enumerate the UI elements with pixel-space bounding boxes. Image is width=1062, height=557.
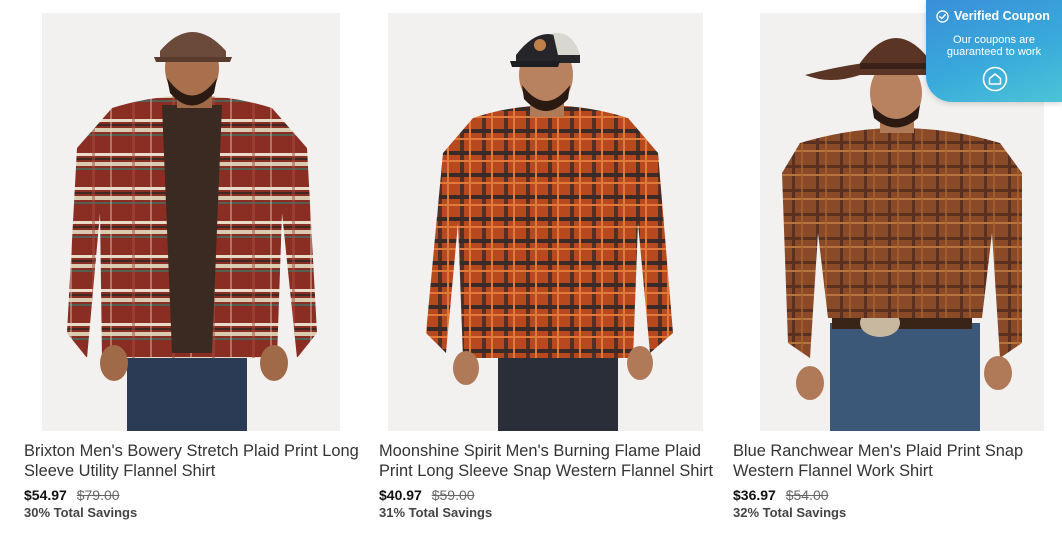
original-price: $59.00: [431, 487, 475, 503]
product-image[interactable]: [388, 13, 703, 431]
product-grid: Brixton Men's Bowery Stretch Plaid Print…: [0, 0, 1062, 557]
savings-label: 31% Total Savings: [379, 505, 493, 520]
check-circle-icon: [936, 9, 949, 23]
price-row: $40.97 $59.00: [379, 486, 719, 504]
coupon-subtitle-line: guaranteed to work: [946, 46, 1042, 58]
sale-price: $54.97: [24, 487, 67, 503]
product-title[interactable]: Blue Ranchwear Men's Plaid Print Snap We…: [733, 441, 1062, 481]
product-card[interactable]: Brixton Men's Bowery Stretch Plaid Print…: [24, 13, 364, 520]
sale-price: $40.97: [379, 487, 422, 503]
house-logo-icon: [982, 66, 1008, 92]
coupon-subtitle: Our coupons are guaranteed to work: [926, 34, 1062, 58]
product-title[interactable]: Brixton Men's Bowery Stretch Plaid Print…: [24, 441, 364, 481]
price-row: $36.97 $54.00: [733, 486, 1062, 504]
savings-label: 32% Total Savings: [733, 505, 847, 520]
product-card[interactable]: Moonshine Spirit Men's Burning Flame Pla…: [379, 13, 719, 520]
coupon-subtitle-line: Our coupons are: [953, 34, 1035, 46]
sale-price: $36.97: [733, 487, 776, 503]
coupon-header: Verified Coupon: [936, 9, 1050, 23]
savings-label: 30% Total Savings: [24, 505, 138, 520]
product-image[interactable]: [42, 13, 340, 431]
original-price: $54.00: [785, 487, 829, 503]
price-row: $54.97 $79.00: [24, 486, 364, 504]
original-price: $79.00: [76, 487, 120, 503]
verified-coupon-badge[interactable]: Verified Coupon Our coupons are guarante…: [926, 0, 1062, 102]
coupon-title: Verified Coupon: [954, 9, 1050, 23]
product-title[interactable]: Moonshine Spirit Men's Burning Flame Pla…: [379, 441, 719, 481]
